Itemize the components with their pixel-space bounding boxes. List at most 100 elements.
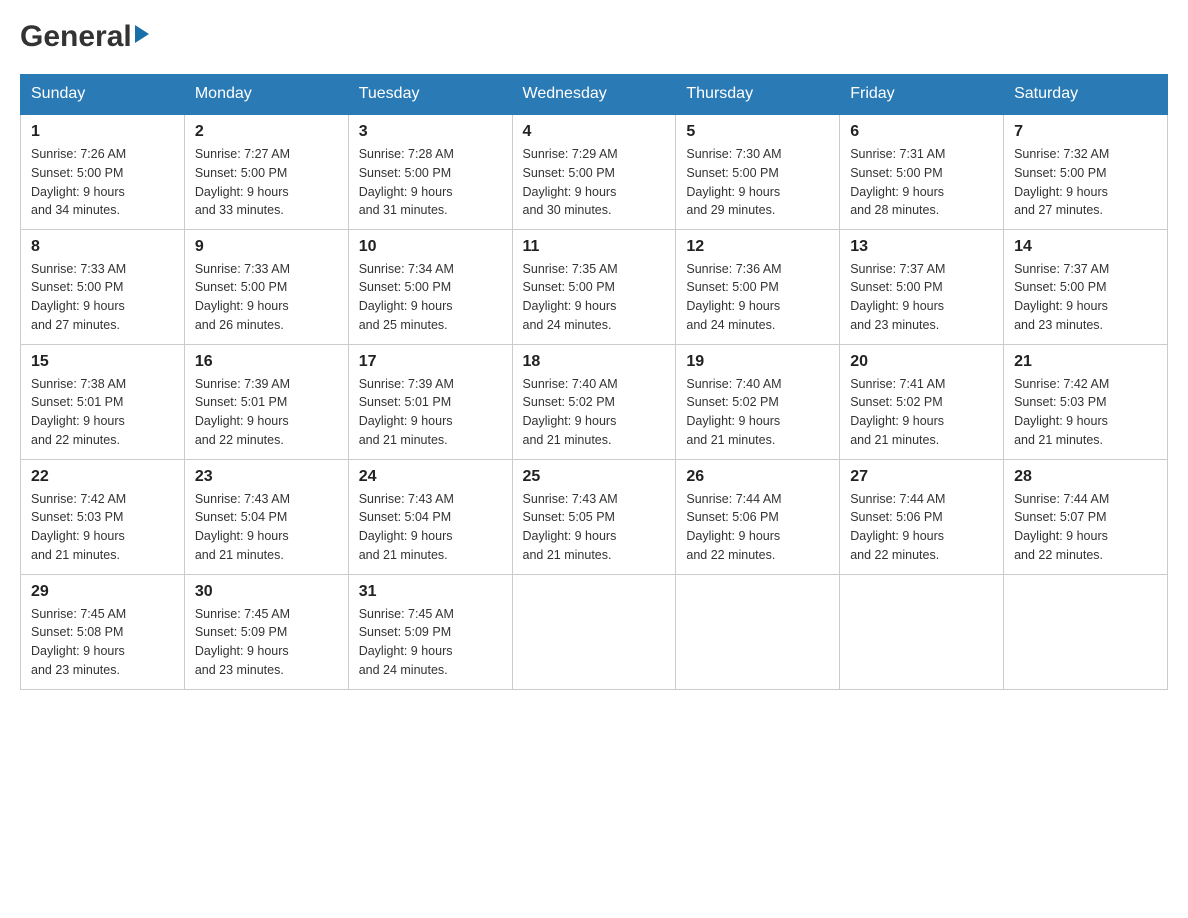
day-info: Sunrise: 7:38 AMSunset: 5:01 PMDaylight:…	[31, 375, 174, 450]
day-info: Sunrise: 7:39 AMSunset: 5:01 PMDaylight:…	[195, 375, 338, 450]
day-number: 6	[850, 123, 993, 141]
table-row: 15 Sunrise: 7:38 AMSunset: 5:01 PMDayligh…	[21, 344, 185, 459]
day-info: Sunrise: 7:37 AMSunset: 5:00 PMDaylight:…	[1014, 260, 1157, 335]
day-info: Sunrise: 7:33 AMSunset: 5:00 PMDaylight:…	[195, 260, 338, 335]
day-info: Sunrise: 7:31 AMSunset: 5:00 PMDaylight:…	[850, 145, 993, 220]
header-wednesday: Wednesday	[512, 75, 676, 115]
day-info: Sunrise: 7:44 AMSunset: 5:06 PMDaylight:…	[686, 490, 829, 565]
header-saturday: Saturday	[1004, 75, 1168, 115]
table-row: 7Sunrise: 7:32 AMSunset: 5:00 PMDaylight…	[1004, 114, 1168, 229]
day-info: Sunrise: 7:29 AMSunset: 5:00 PMDaylight:…	[523, 145, 666, 220]
day-number: 23	[195, 468, 338, 486]
day-info: Sunrise: 7:42 AMSunset: 5:03 PMDaylight:…	[1014, 375, 1157, 450]
table-row: 9 Sunrise: 7:33 AMSunset: 5:00 PMDaylight…	[184, 229, 348, 344]
day-number: 22	[31, 468, 174, 486]
header-sunday: Sunday	[21, 75, 185, 115]
day-info: Sunrise: 7:32 AMSunset: 5:00 PMDaylight:…	[1014, 145, 1157, 220]
calendar-week-row: 29 Sunrise: 7:45 AMSunset: 5:08 PMDayligh…	[21, 574, 1168, 689]
day-info: Sunrise: 7:33 AMSunset: 5:00 PMDaylight:…	[31, 260, 174, 335]
table-row: 18 Sunrise: 7:40 AMSunset: 5:02 PMDayligh…	[512, 344, 676, 459]
table-row: 14 Sunrise: 7:37 AMSunset: 5:00 PMDayligh…	[1004, 229, 1168, 344]
table-row: 11 Sunrise: 7:35 AMSunset: 5:00 PMDayligh…	[512, 229, 676, 344]
table-row: 1 Sunrise: 7:26 AMSunset: 5:00 PMDaylight…	[21, 114, 185, 229]
day-info: Sunrise: 7:40 AMSunset: 5:02 PMDaylight:…	[523, 375, 666, 450]
day-info: Sunrise: 7:45 AMSunset: 5:09 PMDaylight:…	[359, 605, 502, 680]
table-row	[1004, 574, 1168, 689]
day-number: 21	[1014, 353, 1157, 371]
calendar-table: Sunday Monday Tuesday Wednesday Thursday…	[20, 74, 1168, 690]
calendar-week-row: 15 Sunrise: 7:38 AMSunset: 5:01 PMDayligh…	[21, 344, 1168, 459]
logo-arrow-icon	[135, 25, 149, 43]
day-info: Sunrise: 7:37 AMSunset: 5:00 PMDaylight:…	[850, 260, 993, 335]
day-number: 28	[1014, 468, 1157, 486]
day-number: 11	[523, 238, 666, 256]
table-row: 25 Sunrise: 7:43 AMSunset: 5:05 PMDayligh…	[512, 459, 676, 574]
day-number: 8	[31, 238, 174, 256]
table-row: 17 Sunrise: 7:39 AMSunset: 5:01 PMDayligh…	[348, 344, 512, 459]
table-row: 31 Sunrise: 7:45 AMSunset: 5:09 PMDayligh…	[348, 574, 512, 689]
day-number: 10	[359, 238, 502, 256]
day-number: 30	[195, 583, 338, 601]
table-row: 2 Sunrise: 7:27 AMSunset: 5:00 PMDaylight…	[184, 114, 348, 229]
day-info: Sunrise: 7:43 AMSunset: 5:04 PMDaylight:…	[359, 490, 502, 565]
calendar-week-row: 22 Sunrise: 7:42 AMSunset: 5:03 PMDayligh…	[21, 459, 1168, 574]
day-number: 29	[31, 583, 174, 601]
day-number: 19	[686, 353, 829, 371]
day-number: 9	[195, 238, 338, 256]
day-number: 4	[523, 123, 666, 141]
day-number: 2	[195, 123, 338, 141]
day-number: 18	[523, 353, 666, 371]
day-info: Sunrise: 7:44 AMSunset: 5:07 PMDaylight:…	[1014, 490, 1157, 565]
day-info: Sunrise: 7:41 AMSunset: 5:02 PMDaylight:…	[850, 375, 993, 450]
day-info: Sunrise: 7:27 AMSunset: 5:00 PMDaylight:…	[195, 145, 338, 220]
table-row: 22 Sunrise: 7:42 AMSunset: 5:03 PMDayligh…	[21, 459, 185, 574]
table-row: 29 Sunrise: 7:45 AMSunset: 5:08 PMDayligh…	[21, 574, 185, 689]
page-header: General	[20, 20, 1168, 54]
table-row: 8 Sunrise: 7:33 AMSunset: 5:00 PMDaylight…	[21, 229, 185, 344]
day-info: Sunrise: 7:43 AMSunset: 5:05 PMDaylight:…	[523, 490, 666, 565]
day-number: 31	[359, 583, 502, 601]
day-info: Sunrise: 7:39 AMSunset: 5:01 PMDaylight:…	[359, 375, 502, 450]
day-number: 27	[850, 468, 993, 486]
table-row	[512, 574, 676, 689]
day-number: 1	[31, 123, 174, 141]
day-info: Sunrise: 7:44 AMSunset: 5:06 PMDaylight:…	[850, 490, 993, 565]
calendar-week-row: 8 Sunrise: 7:33 AMSunset: 5:00 PMDaylight…	[21, 229, 1168, 344]
table-row: 16 Sunrise: 7:39 AMSunset: 5:01 PMDayligh…	[184, 344, 348, 459]
day-info: Sunrise: 7:28 AMSunset: 5:00 PMDaylight:…	[359, 145, 502, 220]
day-info: Sunrise: 7:43 AMSunset: 5:04 PMDaylight:…	[195, 490, 338, 565]
day-info: Sunrise: 7:42 AMSunset: 5:03 PMDaylight:…	[31, 490, 174, 565]
day-info: Sunrise: 7:40 AMSunset: 5:02 PMDaylight:…	[686, 375, 829, 450]
table-row: 12 Sunrise: 7:36 AMSunset: 5:00 PMDayligh…	[676, 229, 840, 344]
table-row: 6 Sunrise: 7:31 AMSunset: 5:00 PMDaylight…	[840, 114, 1004, 229]
day-number: 20	[850, 353, 993, 371]
day-info: Sunrise: 7:34 AMSunset: 5:00 PMDaylight:…	[359, 260, 502, 335]
day-number: 26	[686, 468, 829, 486]
table-row: 19 Sunrise: 7:40 AMSunset: 5:02 PMDayligh…	[676, 344, 840, 459]
header-friday: Friday	[840, 75, 1004, 115]
day-info: Sunrise: 7:35 AMSunset: 5:00 PMDaylight:…	[523, 260, 666, 335]
table-row: 13 Sunrise: 7:37 AMSunset: 5:00 PMDayligh…	[840, 229, 1004, 344]
day-number: 14	[1014, 238, 1157, 256]
day-info: Sunrise: 7:45 AMSunset: 5:08 PMDaylight:…	[31, 605, 174, 680]
day-number: 12	[686, 238, 829, 256]
table-row	[676, 574, 840, 689]
table-row: 26 Sunrise: 7:44 AMSunset: 5:06 PMDayligh…	[676, 459, 840, 574]
calendar-week-row: 1 Sunrise: 7:26 AMSunset: 5:00 PMDaylight…	[21, 114, 1168, 229]
logo-general-text: General	[20, 20, 132, 54]
day-info: Sunrise: 7:26 AMSunset: 5:00 PMDaylight:…	[31, 145, 174, 220]
day-number: 16	[195, 353, 338, 371]
table-row: 20 Sunrise: 7:41 AMSunset: 5:02 PMDayligh…	[840, 344, 1004, 459]
table-row: 27 Sunrise: 7:44 AMSunset: 5:06 PMDayligh…	[840, 459, 1004, 574]
day-number: 25	[523, 468, 666, 486]
header-monday: Monday	[184, 75, 348, 115]
table-row: 24 Sunrise: 7:43 AMSunset: 5:04 PMDayligh…	[348, 459, 512, 574]
day-number: 24	[359, 468, 502, 486]
day-number: 3	[359, 123, 502, 141]
table-row: 30Sunrise: 7:45 AMSunset: 5:09 PMDayligh…	[184, 574, 348, 689]
day-number: 15	[31, 353, 174, 371]
day-number: 13	[850, 238, 993, 256]
table-row: 3 Sunrise: 7:28 AMSunset: 5:00 PMDaylight…	[348, 114, 512, 229]
day-number: 17	[359, 353, 502, 371]
day-info: Sunrise: 7:36 AMSunset: 5:00 PMDaylight:…	[686, 260, 829, 335]
